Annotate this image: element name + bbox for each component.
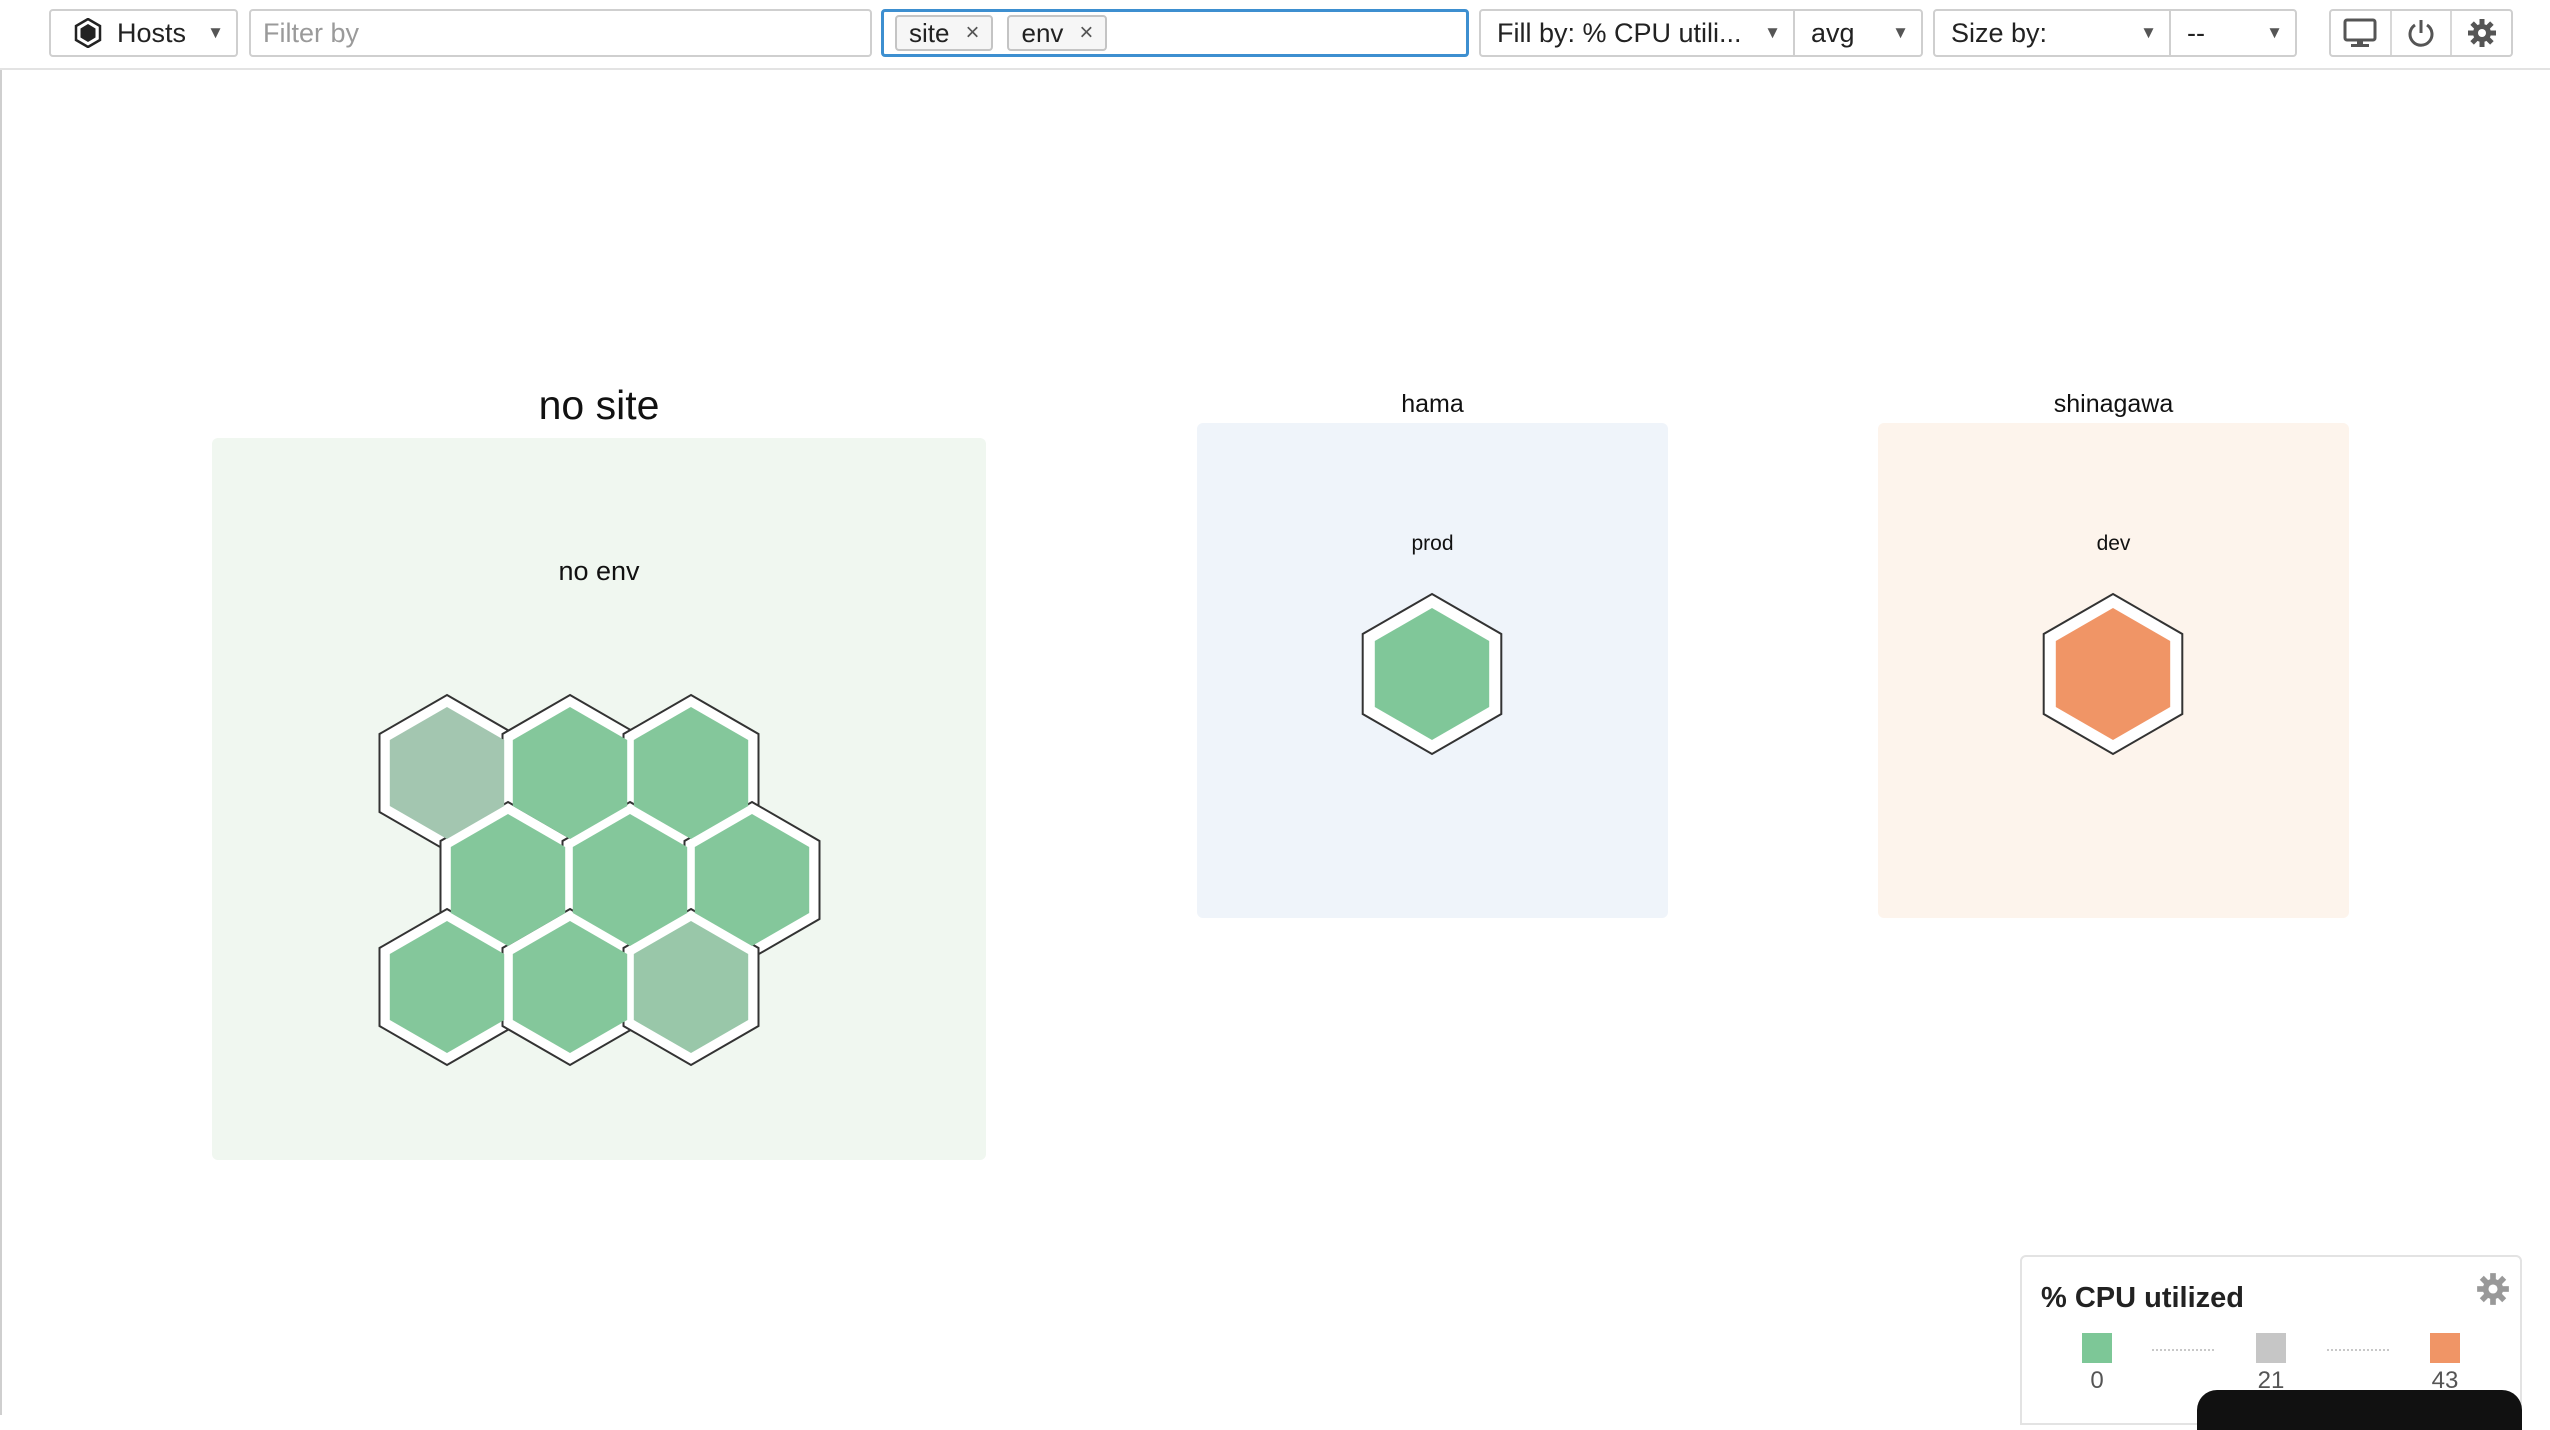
entity-type-select[interactable]: Hosts ▼ — [49, 9, 238, 57]
size-by-label: Size by: — [1951, 17, 2048, 48]
size-by-value: -- — [2187, 17, 2205, 48]
host-map: no site no env hama prod shinagawa dev — [0, 70, 2550, 1415]
legend-stop-label: 0 — [2090, 1367, 2104, 1394]
gear-icon — [2477, 1273, 2509, 1305]
chat-tab[interactable] — [2197, 1390, 2522, 1430]
chevron-down-icon: ▼ — [2140, 23, 2157, 42]
hex-cluster — [378, 693, 821, 1067]
size-by-value-select[interactable]: -- ▼ — [2169, 9, 2297, 57]
subgroup-title: dev — [2096, 532, 2131, 555]
chevron-down-icon: ▼ — [207, 23, 224, 42]
settings-button[interactable] — [2452, 11, 2511, 55]
size-by-select[interactable]: Size by: ▼ — [1933, 9, 2171, 57]
legend-swatch-high — [2430, 1333, 2460, 1363]
group-title: hama — [1401, 390, 1464, 418]
legend-swatch-mid — [2256, 1333, 2286, 1363]
hex-cluster — [2042, 592, 2184, 756]
tag-label: site — [909, 17, 950, 48]
aggregation-select[interactable]: avg ▼ — [1793, 9, 1923, 57]
group-title: no site — [538, 382, 660, 428]
legend-dots — [2327, 1349, 2389, 1351]
gear-icon — [2467, 19, 2496, 47]
remove-tag-icon[interactable]: × — [1079, 19, 1093, 47]
chevron-down-icon: ▼ — [1892, 23, 1909, 42]
chevron-down-icon: ▼ — [2266, 23, 2283, 42]
legend-swatch-low — [2082, 1333, 2112, 1363]
toolbar: Hosts ▼ site × env × Fill by: % CPU util… — [0, 0, 2550, 70]
chevron-down-icon: ▼ — [1764, 23, 1781, 42]
legend-dots — [2152, 1349, 2214, 1351]
fill-by-select[interactable]: Fill by: % CPU utili... ▼ — [1479, 9, 1795, 57]
view-controls — [2329, 9, 2513, 57]
subgroup-title: no env — [558, 556, 640, 586]
tag-label: env — [1021, 17, 1064, 48]
legend-title: % CPU utilized — [2041, 1282, 2245, 1314]
aggregation-label: avg — [1811, 17, 1855, 48]
power-icon — [2408, 20, 2434, 47]
legend-settings-button[interactable] — [2476, 1272, 2510, 1311]
entity-type-label: Hosts — [117, 17, 187, 48]
group-by-input[interactable]: site × env × — [881, 9, 1469, 57]
group-title: shinagawa — [2053, 390, 2174, 418]
hexagon-icon — [74, 18, 102, 48]
fullscreen-button[interactable] — [2331, 11, 2392, 55]
power-button[interactable] — [2392, 11, 2453, 55]
subgroup-title: prod — [1411, 532, 1454, 555]
remove-tag-icon[interactable]: × — [965, 19, 979, 47]
group-by-tag-env: env × — [1007, 15, 1108, 51]
hex-cluster — [1361, 592, 1503, 756]
monitor-icon — [2343, 18, 2377, 47]
filter-input[interactable] — [249, 9, 872, 57]
fill-by-label: Fill by: % CPU utili... — [1497, 17, 1742, 48]
group-by-tag-site: site × — [895, 15, 994, 51]
